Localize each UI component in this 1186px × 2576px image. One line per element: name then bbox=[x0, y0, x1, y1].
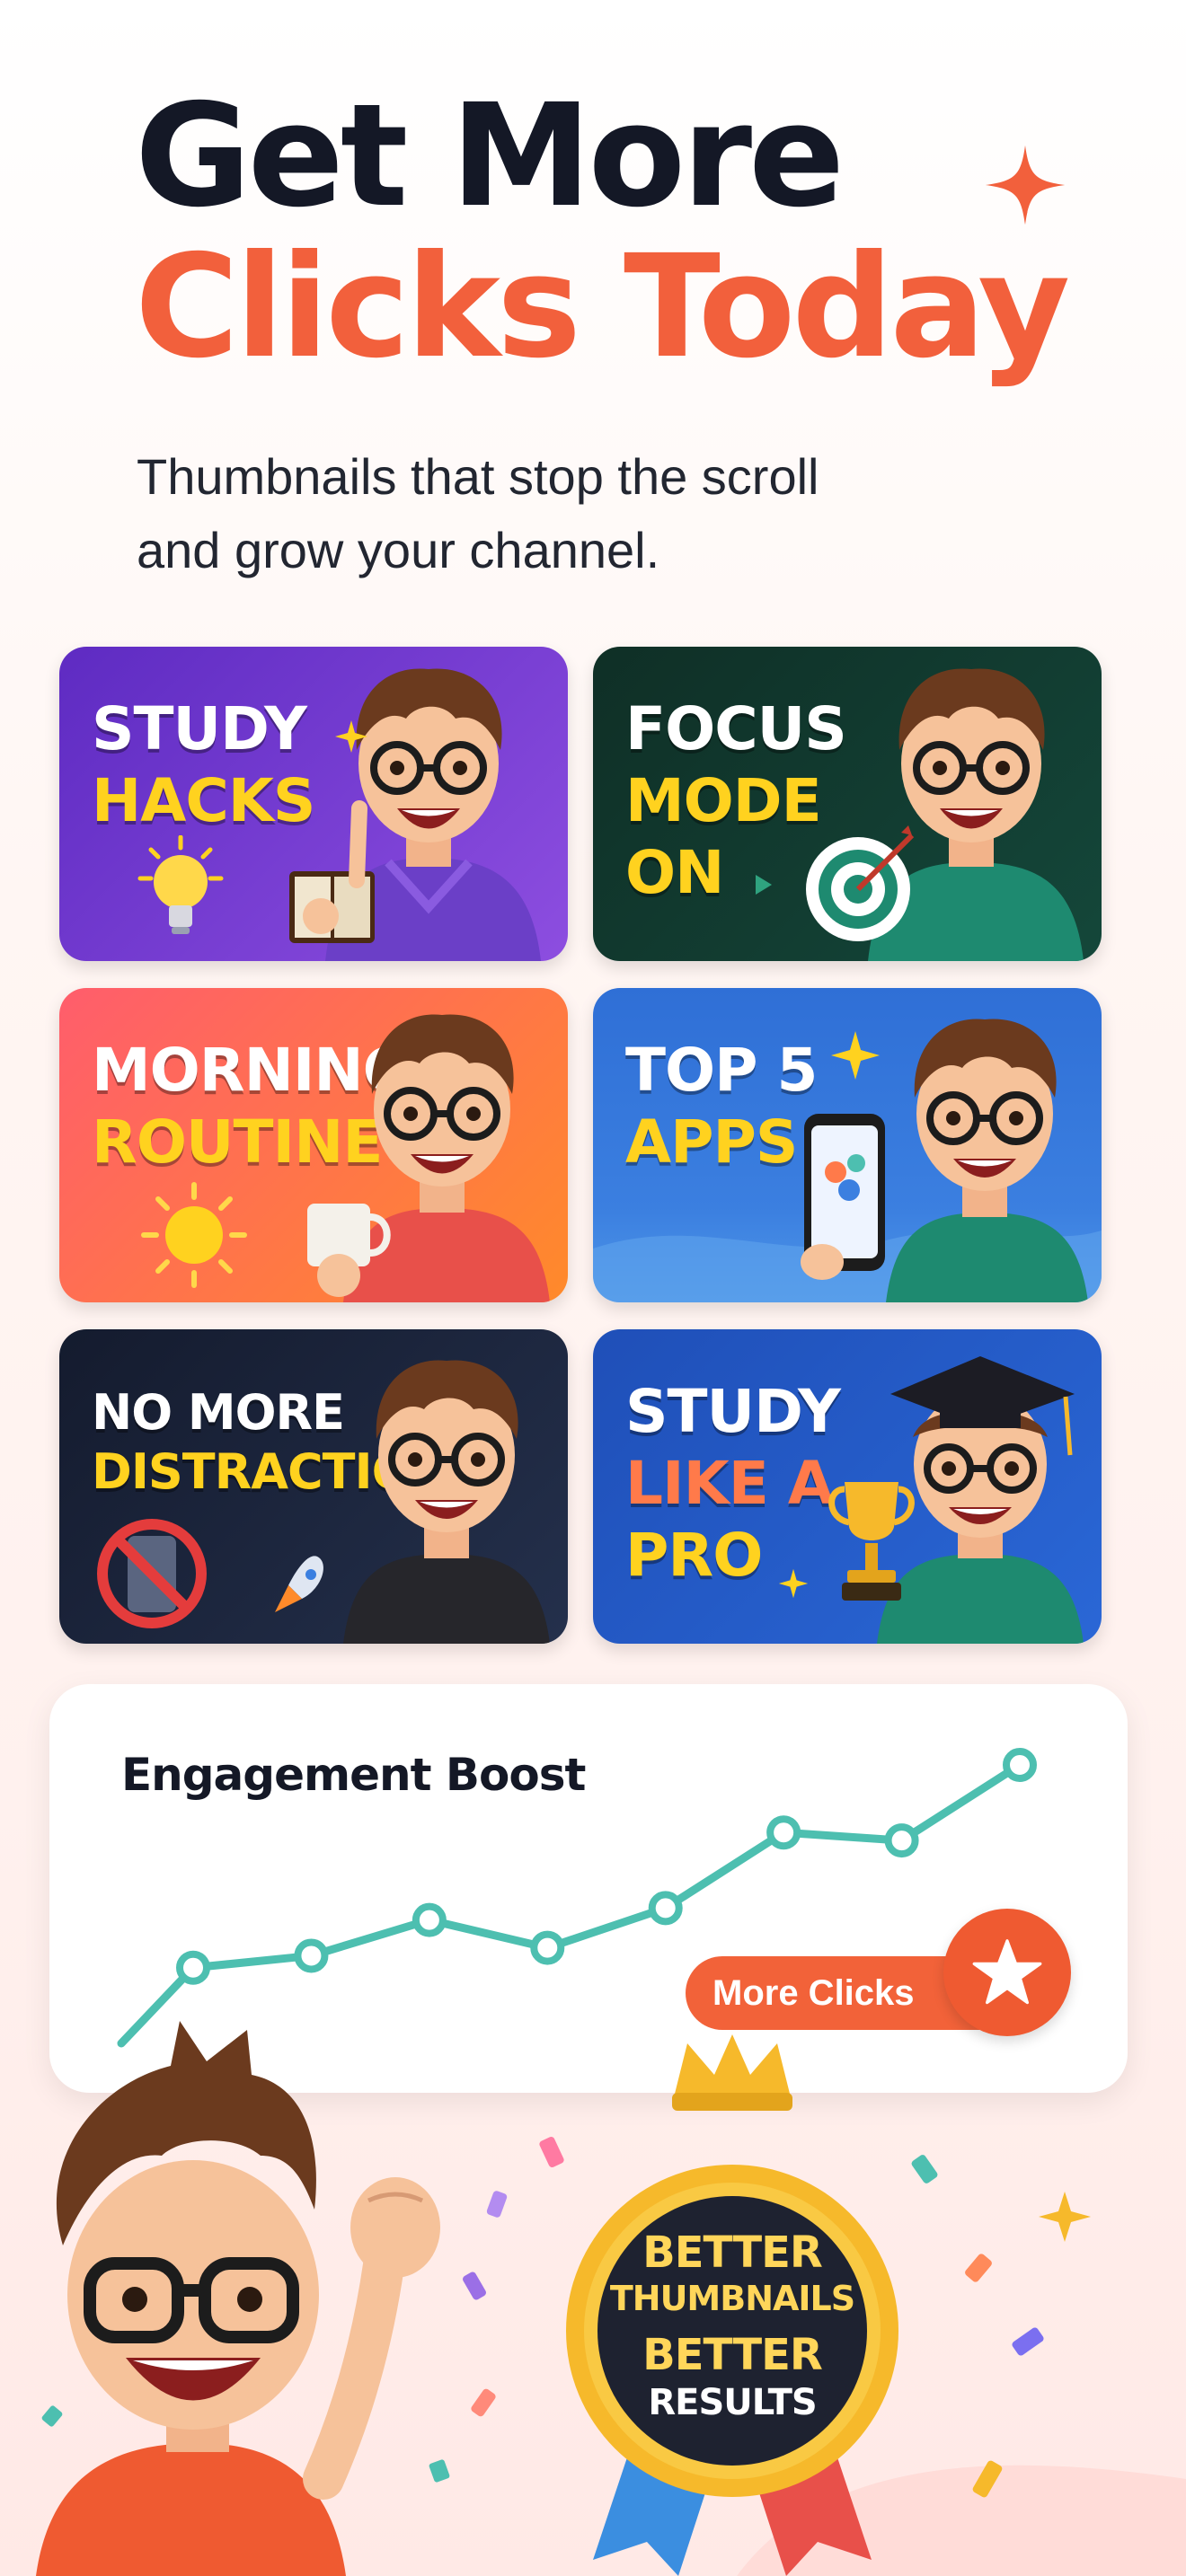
crown-icon bbox=[674, 2034, 791, 2097]
arrow-icon bbox=[756, 875, 772, 895]
trend-point bbox=[884, 1823, 919, 1858]
character-illustration bbox=[307, 1014, 550, 1302]
badge-line-3: BETTER bbox=[642, 2330, 823, 2380]
lightbulb-icon bbox=[137, 835, 224, 934]
sparkle-icon bbox=[985, 145, 1066, 225]
thumbnail-card-study-like-a-pro[interactable]: STUDY LIKE A PRO bbox=[593, 1329, 1102, 1644]
phone-icon bbox=[801, 1114, 885, 1280]
badge-line-2: THUMBNAILS bbox=[609, 2279, 855, 2318]
no-phone-icon bbox=[97, 1519, 207, 1628]
sun-icon bbox=[141, 1182, 247, 1288]
thumbnail-text: TOP 5 APPS bbox=[625, 1035, 818, 1178]
subtitle-line-2: and grow your channel. bbox=[137, 522, 660, 578]
target-icon bbox=[806, 825, 915, 941]
thumbnail-card-focus-mode[interactable]: FOCUS MODE ON bbox=[593, 647, 1102, 961]
thumbnail-line: TOP 5 bbox=[625, 1036, 818, 1105]
thumbnail-card-morning-routine[interactable]: MORNING ROUTINE bbox=[59, 988, 568, 1302]
cheering-character bbox=[36, 2021, 440, 2576]
badge-line-1: BETTER bbox=[642, 2228, 823, 2278]
sparkle-icon bbox=[778, 1568, 809, 1599]
thumbnail-card-no-more-distractions[interactable]: NO MORE DISTRACTIONS bbox=[59, 1329, 568, 1644]
trend-point bbox=[1003, 1748, 1037, 1782]
sparkle-icon bbox=[335, 720, 367, 753]
badge-line-4: RESULTS bbox=[648, 2382, 817, 2423]
hero-title-line-2: Clicks Today bbox=[135, 225, 1070, 390]
trend-point bbox=[294, 1938, 329, 1973]
trend-point bbox=[530, 1930, 565, 1965]
hero-title: Get More Clicks Today bbox=[135, 74, 1070, 390]
subtitle-line-1: Thumbnails that stop the scroll bbox=[137, 448, 819, 505]
thumbnail-card-top-5-apps[interactable]: TOP 5 APPS bbox=[593, 988, 1102, 1302]
trophy-icon bbox=[828, 1482, 915, 1601]
subtitle: Thumbnails that stop the scroll and grow… bbox=[137, 440, 945, 587]
character-illustration bbox=[343, 1360, 550, 1644]
trend-point bbox=[412, 1902, 447, 1937]
thumbnail-line: APPS bbox=[625, 1107, 798, 1177]
hero-title-line-1: Get More bbox=[135, 74, 845, 239]
character-illustration bbox=[289, 668, 541, 961]
trend-point bbox=[766, 1815, 801, 1850]
badge-text: BETTER THUMBNAILS BETTER RESULTS bbox=[575, 2228, 890, 2425]
trend-point bbox=[648, 1891, 683, 1926]
thumbnail-card-study-hacks[interactable]: STUDY HACKS bbox=[59, 647, 568, 961]
